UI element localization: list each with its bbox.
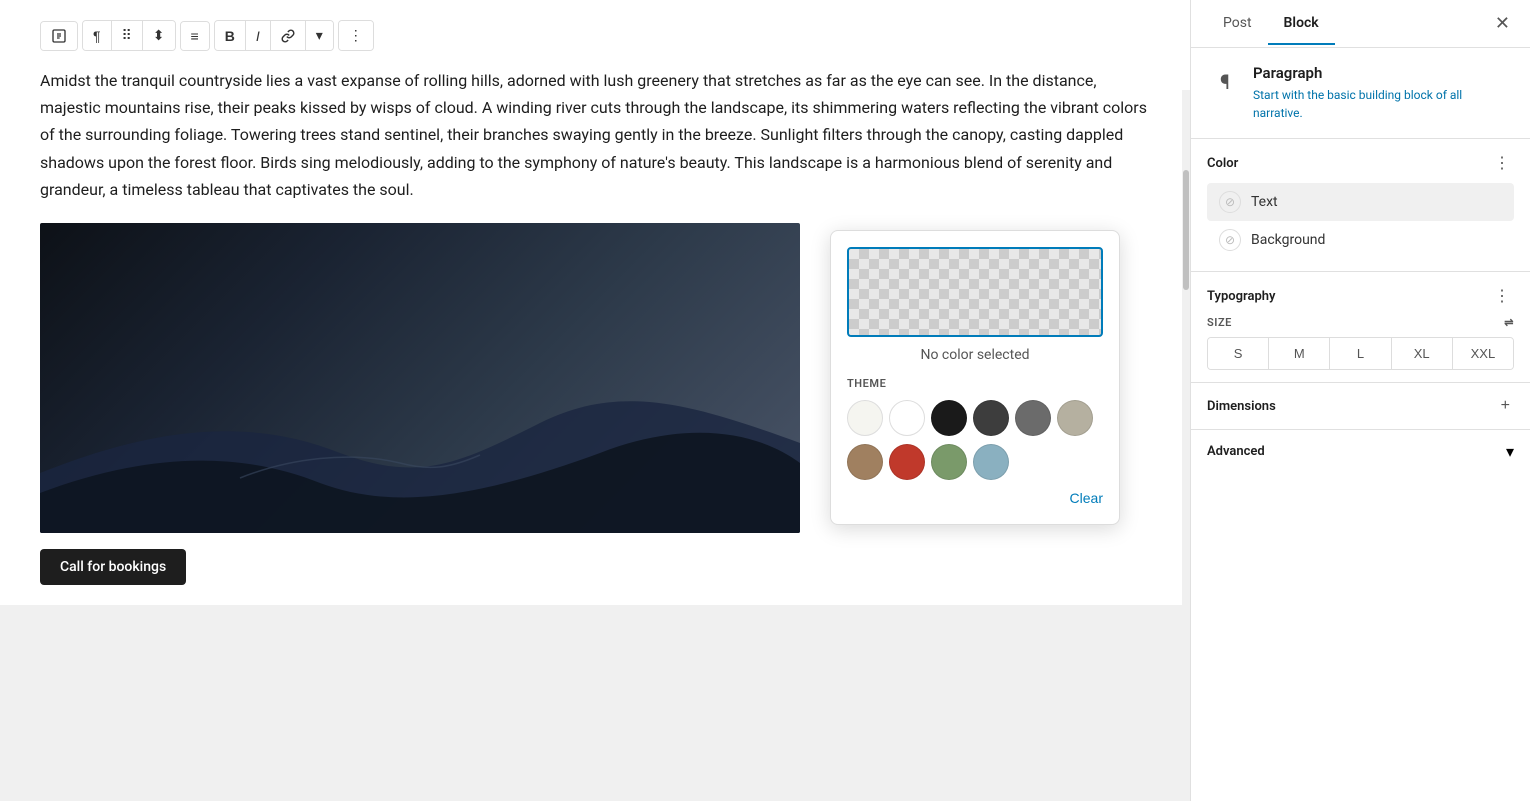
- toolbar-group-link: [40, 21, 78, 51]
- typography-section-header: Typography ⋮: [1207, 284, 1514, 308]
- more-button[interactable]: ⋮: [339, 21, 373, 50]
- cta-button[interactable]: Call for bookings: [40, 549, 186, 585]
- move-button[interactable]: ⬍: [143, 21, 175, 50]
- swatch-medium-gray[interactable]: [1015, 400, 1051, 436]
- clear-button[interactable]: Clear: [1070, 488, 1103, 508]
- no-color-label: No color selected: [847, 347, 1103, 363]
- color-section-title: Color: [1207, 156, 1238, 171]
- right-sidebar: Post Block ✕ ¶ Paragraph Start with the …: [1190, 0, 1530, 801]
- swatch-green[interactable]: [931, 444, 967, 480]
- typography-section: Typography ⋮ SIZE ⇌ S M L XL XXL: [1191, 272, 1530, 383]
- dimensions-title: Dimensions: [1207, 399, 1276, 414]
- align-button[interactable]: ≡: [181, 22, 209, 50]
- color-picker-popup: No color selected THEME Clear: [830, 230, 1120, 525]
- sidebar-tabs: Post Block ✕: [1191, 0, 1530, 48]
- block-description: Start with the basic building block of a…: [1253, 86, 1514, 122]
- advanced-header[interactable]: Advanced ▾: [1207, 442, 1514, 461]
- swatch-off-white[interactable]: [847, 400, 883, 436]
- swatch-white[interactable]: [889, 400, 925, 436]
- swatch-light-tan[interactable]: [1057, 400, 1093, 436]
- text-color-circle: ⊘: [1219, 191, 1241, 213]
- color-menu-button[interactable]: ⋮: [1490, 151, 1514, 175]
- drag-button[interactable]: ⠿: [112, 21, 143, 50]
- color-section: Color ⋮ ⊘ Text ⊘ Background: [1191, 139, 1530, 272]
- color-swatches-row2: [847, 444, 1103, 480]
- text-color-option[interactable]: ⊘ Text: [1207, 183, 1514, 221]
- background-color-option[interactable]: ⊘ Background: [1207, 221, 1514, 259]
- clear-row: Clear: [847, 488, 1103, 508]
- tab-block[interactable]: Block: [1268, 3, 1335, 45]
- paragraph-icon: ¶: [1207, 64, 1243, 100]
- size-l-button[interactable]: L: [1330, 338, 1391, 369]
- toolbar-group-paragraph: ¶ ⠿ ⬍: [82, 20, 176, 51]
- size-buttons: S M L XL XXL: [1207, 337, 1514, 370]
- content-paragraph[interactable]: Amidst the tranquil countryside lies a v…: [40, 67, 1150, 203]
- size-xxl-button[interactable]: XXL: [1453, 338, 1513, 369]
- block-title: Paragraph: [1253, 64, 1514, 82]
- dimensions-header: Dimensions +: [1207, 395, 1514, 417]
- color-swatches-row1: [847, 400, 1103, 436]
- text-color-label: Text: [1251, 194, 1278, 210]
- close-button[interactable]: ✕: [1491, 9, 1514, 38]
- color-section-header: Color ⋮: [1207, 151, 1514, 175]
- editor-wrapper: ¶ ⠿ ⬍ ≡ B I ▾ ⋮: [0, 0, 1190, 801]
- swatch-tan[interactable]: [847, 444, 883, 480]
- color-preview[interactable]: [847, 247, 1103, 337]
- block-details: Paragraph Start with the basic building …: [1253, 64, 1514, 122]
- toolbar-group-format: B I ▾: [214, 20, 334, 51]
- dimensions-section: Dimensions +: [1191, 383, 1530, 430]
- block-info: ¶ Paragraph Start with the basic buildin…: [1191, 48, 1530, 139]
- typography-section-title: Typography: [1207, 289, 1276, 304]
- dimensions-add-button[interactable]: +: [1497, 395, 1514, 417]
- typography-menu-button[interactable]: ⋮: [1490, 284, 1514, 308]
- no-bg-icon: ⊘: [1225, 233, 1235, 247]
- swatch-light-blue[interactable]: [973, 444, 1009, 480]
- swatch-black[interactable]: [931, 400, 967, 436]
- italic-button[interactable]: I: [246, 21, 271, 50]
- advanced-chevron-icon: ▾: [1506, 442, 1514, 461]
- scrollbar-track: [1182, 90, 1190, 801]
- size-m-button[interactable]: M: [1269, 338, 1330, 369]
- paragraph-button[interactable]: ¶: [83, 21, 112, 50]
- link-button[interactable]: [271, 21, 306, 50]
- background-color-label: Background: [1251, 232, 1325, 248]
- swatch-dark-gray[interactable]: [973, 400, 1009, 436]
- no-color-icon: ⊘: [1225, 195, 1235, 209]
- scrollbar-thumb[interactable]: [1183, 170, 1189, 290]
- advanced-title: Advanced: [1207, 444, 1265, 459]
- tabs-group: Post Block: [1207, 3, 1335, 45]
- size-control-icon[interactable]: ⇌: [1504, 316, 1514, 329]
- tab-post[interactable]: Post: [1207, 3, 1268, 45]
- content-image: [40, 223, 800, 533]
- theme-label: THEME: [847, 377, 1103, 390]
- advanced-section: Advanced ▾: [1191, 430, 1530, 473]
- toolbar-group-more: ⋮: [338, 20, 374, 51]
- link-icon-button[interactable]: [41, 22, 77, 50]
- size-s-button[interactable]: S: [1208, 338, 1269, 369]
- size-label: SIZE ⇌: [1207, 316, 1514, 329]
- bold-button[interactable]: B: [215, 21, 246, 50]
- toolbar-group-align: ≡: [180, 21, 210, 51]
- background-color-circle: ⊘: [1219, 229, 1241, 251]
- size-xl-button[interactable]: XL: [1392, 338, 1453, 369]
- toolbar: ¶ ⠿ ⬍ ≡ B I ▾ ⋮: [40, 20, 1150, 51]
- swatch-red[interactable]: [889, 444, 925, 480]
- dropdown-button[interactable]: ▾: [306, 21, 333, 50]
